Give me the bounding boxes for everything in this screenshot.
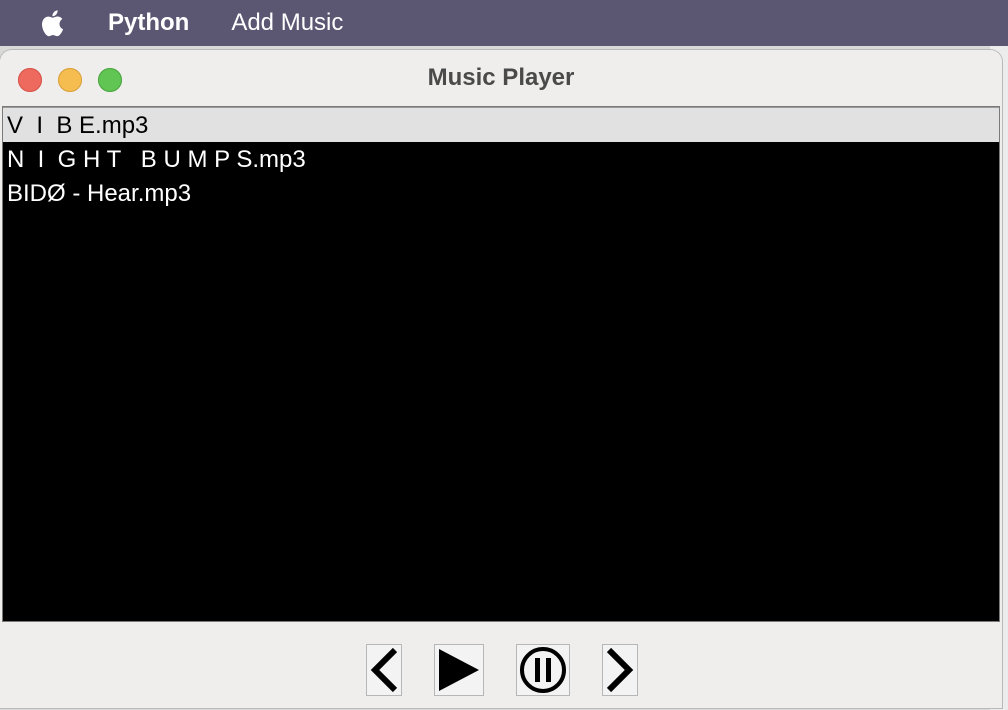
track-item[interactable]: N I G H T B U M P S.mp3	[3, 142, 999, 176]
play-button[interactable]	[434, 644, 484, 696]
play-icon	[439, 649, 479, 691]
pause-button[interactable]	[516, 644, 570, 696]
previous-track-button[interactable]	[366, 644, 402, 696]
menu-item-add-music[interactable]: Add Music	[231, 9, 343, 37]
chevron-right-icon	[606, 647, 634, 693]
music-player-window: Music Player V I B E.mp3 N I G H T B U M…	[0, 50, 1002, 708]
chevron-left-icon	[370, 647, 398, 693]
pause-icon	[520, 647, 566, 693]
playlist[interactable]: V I B E.mp3 N I G H T B U M P S.mp3 BIDØ…	[2, 106, 1000, 622]
window-title: Music Player	[427, 64, 575, 91]
menu-bar: Python Add Music	[0, 0, 1008, 46]
next-track-button[interactable]	[602, 644, 638, 696]
apple-menu-icon[interactable]	[40, 8, 68, 38]
playback-controls	[0, 622, 1002, 708]
menu-app-name[interactable]: Python	[108, 9, 189, 37]
track-item[interactable]: BIDØ - Hear.mp3	[3, 176, 999, 210]
track-item-selected[interactable]: V I B E.mp3	[3, 107, 999, 142]
title-bar: Music Player	[0, 50, 1002, 106]
